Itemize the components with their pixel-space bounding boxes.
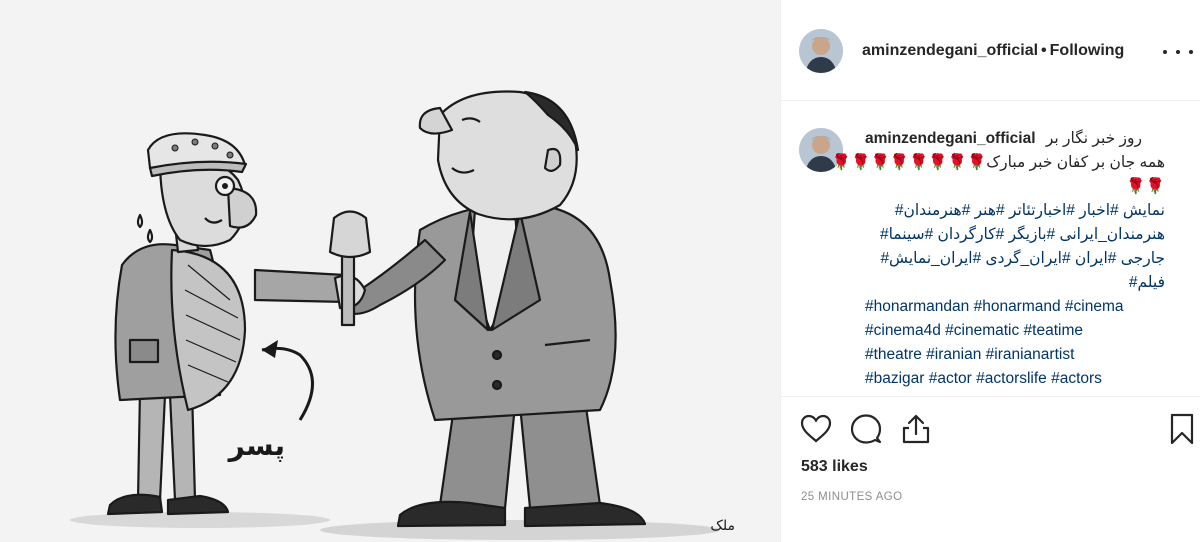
hashtag-line[interactable]: فیلم# — [865, 271, 1165, 295]
caption-line-2: همه جان بر کفان خبر مبارک🌹🌹🌹🌹🌹🌹🌹🌹 — [832, 151, 1165, 175]
hashtag-line[interactable]: نمایش #اخبار #اخبارتئاتر #هنر #هنرمندان# — [865, 199, 1165, 223]
bookmark-icon[interactable] — [1165, 412, 1199, 446]
caption-area: aminzendegani_official روز خبر نگار بر ه… — [781, 101, 1200, 397]
caption-text-fa-1: روز خبر نگار بر — [1045, 130, 1142, 147]
avatar[interactable] — [799, 29, 843, 73]
hashtag-line[interactable]: #honarmandan #honarmand #cinema — [865, 295, 1195, 319]
hashtag-line[interactable]: جارجی #ایران #ایران_گردی #ایران_نمایش# — [865, 247, 1165, 271]
caption-text: aminzendegani_official روز خبر نگار بر ه… — [832, 127, 1195, 391]
share-icon[interactable] — [899, 412, 933, 446]
cartoon-illustration: پسر ملک — [0, 0, 780, 542]
caption-line-3: 🌹🌹 — [865, 175, 1165, 199]
post-timestamp[interactable]: 25 MINUTES AGO — [801, 491, 902, 503]
rose-emoji-row: 🌹🌹🌹🌹🌹🌹🌹🌹 — [831, 154, 987, 171]
artist-signature: ملک — [710, 518, 735, 534]
header-username[interactable]: aminzendegani_official — [862, 42, 1038, 59]
caption-text-fa-2: همه جان بر کفان خبر مبارک — [986, 154, 1165, 171]
hashtag-line[interactable]: #theatre #iranian #iranianartist — [865, 343, 1195, 367]
avatar-image — [799, 29, 843, 73]
rose-emoji-row-2: 🌹🌹 — [1126, 178, 1165, 195]
likes-count[interactable]: 583 likes — [801, 458, 868, 476]
hashtag-line[interactable]: #bazigar #actor #actorslife #actors — [865, 367, 1195, 391]
header-username-line: aminzendegani_official • Following — [862, 42, 1124, 60]
post-image[interactable]: پسر ملک — [0, 0, 780, 542]
action-bar — [781, 398, 1200, 458]
hashtag-line[interactable]: #cinema4d #cinematic #teatime — [865, 319, 1195, 343]
hashtag-line[interactable]: هنرمندان_ایرانی #بازیگر #کارگردان #سینما… — [865, 223, 1165, 247]
header-separator: • — [1041, 42, 1047, 59]
comment-icon[interactable] — [849, 412, 883, 446]
caption-line-1: aminzendegani_official روز خبر نگار بر — [865, 127, 1195, 151]
caption-username[interactable]: aminzendegani_official — [865, 130, 1036, 147]
heart-icon[interactable] — [799, 412, 833, 446]
more-icon[interactable] — [1163, 44, 1193, 60]
following-button[interactable]: Following — [1050, 42, 1125, 59]
post-header: aminzendegani_official • Following — [781, 0, 1200, 101]
cartoon-caption: پسر — [227, 429, 285, 462]
post-sidebar: aminzendegani_official • Following aminzen… — [780, 0, 1200, 542]
